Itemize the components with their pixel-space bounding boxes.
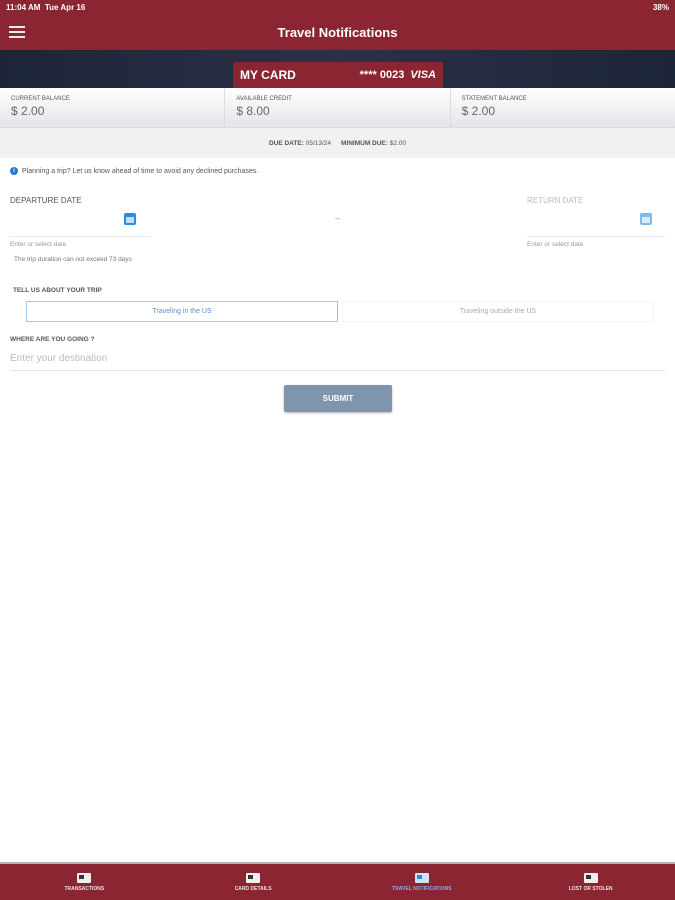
return-calendar-icon[interactable]: [640, 213, 652, 225]
date-separator: --: [335, 214, 341, 223]
balance-label: AVAILABLE CREDIT: [236, 96, 292, 102]
balance-label: STATEMENT BALANCE: [461, 96, 527, 102]
due-info: DUE DATE: 05/13/24 MINIMUM DUE: $2.00: [0, 128, 675, 158]
destination-label: WHERE ARE YOU GOING ?: [10, 336, 95, 343]
balances-panel: CURRENT BALANCE $ 2.00 AVAILABLE CREDIT $ …: [0, 88, 675, 128]
card-number: **** 0023: [359, 69, 405, 81]
return-date-input[interactable]: [527, 236, 665, 237]
bottom-tab-bar: TRANSACTIONS CARD DETAILS TRAVEL NOTIFIC…: [0, 862, 675, 900]
visa-logo: VISA: [410, 69, 436, 81]
minimum-due-label: MINIMUM DUE:: [340, 139, 388, 147]
tab-label: TRANSACTIONS: [64, 885, 105, 892]
tab-label: CARD DETAILS: [234, 885, 272, 892]
lost-card-icon: [583, 872, 598, 883]
travel-icon: [414, 872, 429, 883]
traveling-in-us-option[interactable]: Traveling in the US: [26, 301, 338, 322]
departure-date-input[interactable]: [10, 236, 150, 237]
balance-value: $ 2.00: [11, 104, 45, 118]
transactions-icon: [77, 872, 92, 883]
balance-label: CURRENT BALANCE: [11, 96, 70, 102]
card-selector[interactable]: MY CARD **** 0023 VISA: [233, 62, 443, 88]
card-banner: MY CARD **** 0023 VISA: [0, 50, 675, 88]
departure-date-hint: Enter or select date: [10, 241, 67, 248]
tab-label: TRAVEL NOTIFICATIONS: [392, 885, 452, 892]
status-time: 11:04 AM: [6, 2, 41, 12]
departure-date-label: DEPARTURE DATE: [10, 196, 82, 205]
balance-value: $ 2.00: [461, 104, 496, 118]
balance-value: $ 8.00: [236, 104, 270, 118]
status-date: Tue Apr 16: [44, 2, 86, 12]
return-date-hint: Enter or select date: [527, 241, 584, 248]
statement-balance: STATEMENT BALANCE $ 2.00: [451, 88, 675, 127]
hamburger-menu-icon[interactable]: [9, 26, 25, 38]
due-date: 05/13/24: [305, 139, 331, 147]
due-date-label: DUE DATE:: [268, 139, 304, 147]
battery-level: 38%: [652, 2, 669, 12]
departure-calendar-icon[interactable]: [124, 213, 136, 225]
page-title: Travel Notifications: [277, 24, 398, 40]
tab-label: LOST OR STOLEN: [568, 885, 613, 892]
destination-input[interactable]: [10, 350, 665, 371]
available-credit: AVAILABLE CREDIT $ 8.00: [225, 88, 451, 127]
tab-lost-or-stolen[interactable]: LOST OR STOLEN: [506, 864, 675, 900]
info-icon: i: [10, 167, 18, 175]
card-details-icon: [246, 872, 261, 883]
card-name: MY CARD: [240, 68, 296, 82]
return-date-label: RETURN DATE: [527, 196, 584, 205]
info-message: i Planning a trip? Let us know ahead of …: [10, 167, 258, 175]
trip-type-label: TELL US ABOUT YOUR TRIP: [13, 287, 102, 294]
duration-note: The trip duration can not exceed 73 days: [14, 256, 132, 263]
submit-button[interactable]: SUBMIT: [284, 385, 392, 412]
status-bar: 11:04 AM Tue Apr 16 38%: [0, 0, 675, 14]
tab-card-details[interactable]: CARD DETAILS: [169, 864, 338, 900]
app-header: Travel Notifications: [0, 14, 675, 50]
tab-transactions[interactable]: TRANSACTIONS: [0, 864, 169, 900]
info-text: Planning a trip? Let us know ahead of ti…: [22, 167, 259, 175]
tab-travel-notifications[interactable]: TRAVEL NOTIFICATIONS: [338, 864, 507, 900]
current-balance: CURRENT BALANCE $ 2.00: [0, 88, 226, 127]
traveling-outside-us-option[interactable]: Traveling outside the US: [342, 301, 654, 322]
minimum-due: $2.00: [389, 139, 407, 147]
